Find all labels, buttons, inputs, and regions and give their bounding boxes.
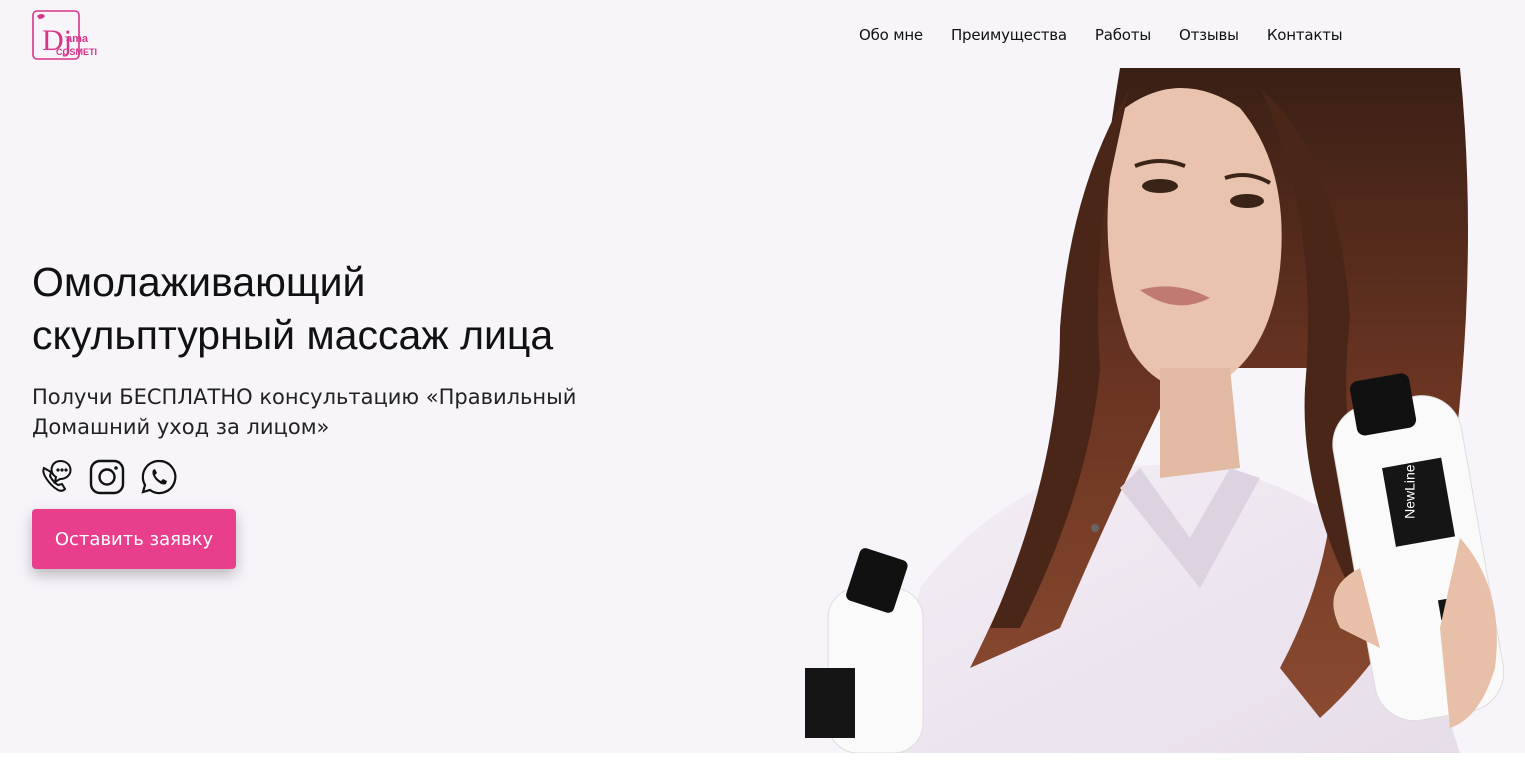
phone-icon[interactable]: [36, 458, 74, 496]
nav-advantages[interactable]: Преимущества: [937, 22, 1081, 48]
hero-title-line2: скульптурный массаж лица: [32, 312, 554, 358]
instagram-icon[interactable]: [88, 458, 126, 496]
logo-text-bottom: COSMETI: [56, 47, 97, 57]
nav-contacts[interactable]: Контакты: [1253, 22, 1357, 48]
nav-reviews[interactable]: Отзывы: [1165, 22, 1253, 48]
logo-text-top: ama: [66, 33, 89, 45]
nav-works[interactable]: Работы: [1081, 22, 1165, 48]
main-nav: Обо мне Преимущества Работы Отзывы Конта…: [845, 22, 1356, 48]
logo[interactable]: Dj ama COSMETI: [32, 10, 104, 62]
page-bottom-strip: [0, 753, 1525, 764]
nav-about[interactable]: Обо мне: [845, 22, 937, 48]
hero-subtitle: Получи БЕСПЛАТНО консультацию «Правильны…: [32, 382, 612, 442]
hero-photo: NewLine: [760, 68, 1525, 754]
bottle-brand: NewLine: [1402, 464, 1418, 519]
hero-title: Омолаживающий скульптурный массаж лица: [32, 256, 652, 362]
hero-title-line1: Омолаживающий: [32, 259, 366, 305]
social-links: [36, 458, 178, 496]
hero-subtitle-line1: Получи БЕСПЛАТНО консультацию «Правильны…: [32, 385, 577, 409]
hero-subtitle-line2: Домашний уход за лицом»: [32, 415, 330, 439]
whatsapp-icon[interactable]: [140, 458, 178, 496]
hero-section: Dj ama COSMETI Обо мне Преимущества Рабо…: [0, 0, 1525, 754]
submit-request-button[interactable]: Оставить заявку: [32, 509, 236, 569]
